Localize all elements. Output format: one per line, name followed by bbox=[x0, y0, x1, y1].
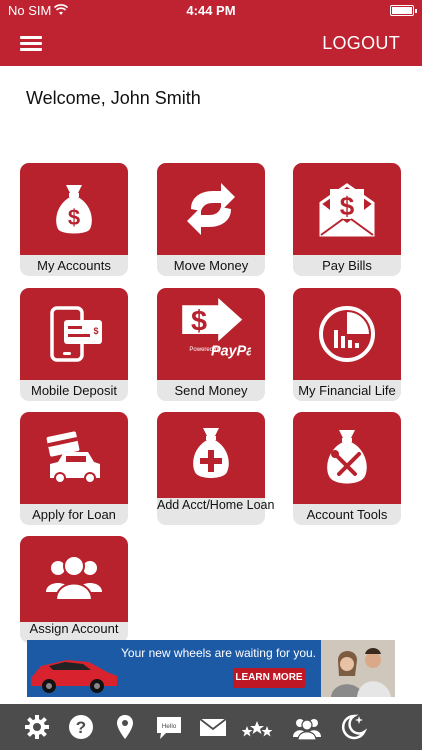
logout-button[interactable]: LOGOUT bbox=[322, 33, 400, 54]
tile-label: Pay Bills bbox=[293, 255, 401, 276]
svg-text:Hello: Hello bbox=[162, 723, 177, 730]
chat-tab[interactable]: Hello bbox=[154, 712, 184, 742]
people-icon bbox=[293, 719, 321, 741]
svg-text:$: $ bbox=[191, 305, 207, 337]
money-bag-icon: $ bbox=[56, 185, 92, 234]
help-icon: ? bbox=[69, 715, 93, 739]
tile-apply-for-loan[interactable]: Apply for Loan bbox=[20, 412, 128, 525]
stars-icon bbox=[241, 721, 273, 737]
couple-photo bbox=[321, 640, 395, 697]
tile-label: My Financial Life bbox=[293, 380, 401, 401]
welcome-message: Welcome, John Smith bbox=[26, 88, 201, 108]
app-header: LOGOUT bbox=[0, 22, 422, 66]
paypal-send-icon: $ Powered by PayPal bbox=[182, 298, 251, 360]
mail-tab[interactable] bbox=[198, 712, 228, 742]
svg-text:?: ? bbox=[76, 718, 86, 737]
tile-pay-bills[interactable]: $ Pay Bills bbox=[293, 163, 401, 276]
tile-label: Apply for Loan bbox=[20, 504, 128, 525]
learn-more-button[interactable]: LEARN MORE bbox=[233, 668, 305, 688]
money-bag-plus-icon bbox=[193, 428, 229, 478]
svg-text:$: $ bbox=[340, 191, 355, 221]
tile-add-acct-home-loan[interactable]: Add Acct/Home Loan bbox=[157, 412, 274, 525]
tile-label: Move Money bbox=[157, 255, 265, 276]
community-tab[interactable] bbox=[292, 712, 322, 742]
tile-label: Mobile Deposit bbox=[20, 380, 128, 401]
promo-banner[interactable]: Your new wheels are waiting for you. LEA… bbox=[27, 640, 395, 697]
car-image bbox=[31, 660, 117, 693]
svg-text:PayPal: PayPal bbox=[211, 344, 251, 360]
svg-text:$: $ bbox=[68, 205, 80, 230]
tile-move-money[interactable]: Move Money bbox=[157, 163, 265, 276]
chat-bubble-icon: Hello bbox=[157, 717, 181, 739]
banner-headline: Your new wheels are waiting for you. bbox=[121, 646, 316, 660]
status-time: 4:44 PM bbox=[186, 3, 236, 18]
tile-mobile-deposit[interactable]: $ Mobile Deposit bbox=[20, 288, 128, 401]
svg-text:$: $ bbox=[93, 326, 98, 336]
mail-icon bbox=[199, 718, 227, 736]
moon-icon bbox=[341, 714, 368, 740]
rewards-tab[interactable] bbox=[241, 712, 273, 742]
tile-label: Add Acct/Home Loan bbox=[157, 498, 274, 525]
bill-envelope-icon: $ bbox=[319, 183, 375, 237]
location-pin-icon bbox=[117, 715, 133, 739]
users-group-icon bbox=[46, 555, 102, 601]
status-bar: No SIM 4:44 PM bbox=[0, 0, 422, 22]
tile-label: Send Money bbox=[157, 380, 265, 401]
tile-my-accounts[interactable]: $ My Accounts bbox=[20, 163, 128, 276]
pie-chart-icon bbox=[319, 306, 375, 362]
transfer-arrows-icon bbox=[187, 183, 235, 235]
car-loan-icon bbox=[46, 431, 100, 484]
help-tab[interactable]: ? bbox=[66, 712, 96, 742]
tile-send-money[interactable]: $ Powered by PayPal Send Money bbox=[157, 288, 265, 401]
battery-icon bbox=[390, 5, 417, 16]
bottom-tab-bar: ? Hello bbox=[0, 704, 422, 750]
tile-my-financial-life[interactable]: My Financial Life bbox=[293, 288, 401, 401]
tile-label: Account Tools bbox=[293, 504, 401, 525]
mobile-check-icon: $ bbox=[50, 306, 102, 362]
tile-label: My Accounts bbox=[20, 255, 128, 276]
locations-tab[interactable] bbox=[110, 712, 140, 742]
money-bag-tools-icon bbox=[327, 430, 367, 484]
night-mode-tab[interactable] bbox=[338, 712, 368, 742]
tile-assign-account[interactable]: Assign Account bbox=[20, 536, 128, 649]
hamburger-menu-icon[interactable] bbox=[20, 36, 42, 52]
gear-icon bbox=[25, 715, 49, 739]
settings-tab[interactable] bbox=[22, 712, 52, 742]
tile-account-tools[interactable]: Account Tools bbox=[293, 412, 401, 525]
